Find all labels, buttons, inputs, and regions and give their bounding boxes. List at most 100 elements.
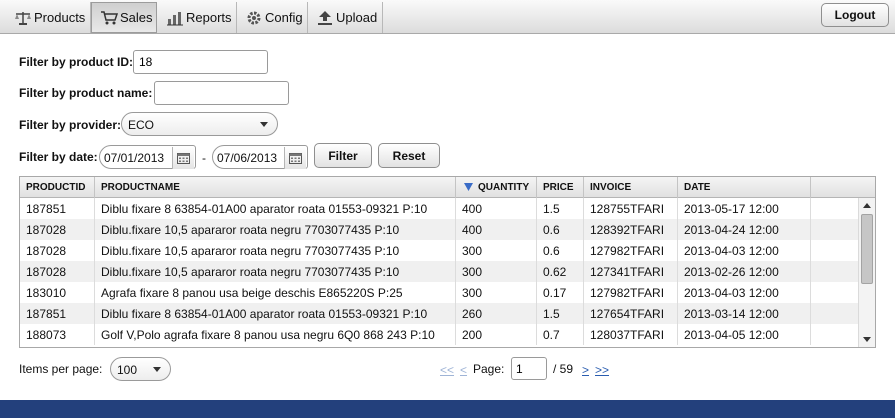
tab-reports[interactable]: Reports — [158, 2, 237, 33]
column-header-quantity-label: QUANTITY — [478, 182, 530, 193]
cell-price: 0.6 — [537, 240, 584, 261]
next-page-link[interactable]: > — [582, 363, 589, 377]
column-header-productid[interactable]: PRODUCTID — [20, 177, 95, 198]
cell-date: 2013-05-17 12:00 — [678, 198, 811, 219]
cell-productid: 187028 — [20, 261, 95, 282]
table-row[interactable]: 183010 Agrafa fixare 8 panou usa beige d… — [20, 282, 858, 303]
table-row[interactable]: 187851 Diblu fixare 8 63854-01A00 aparat… — [20, 303, 858, 324]
bottom-bar — [0, 400, 895, 418]
cell-productid: 187851 — [20, 303, 95, 324]
first-page-link[interactable]: << — [440, 363, 454, 377]
cell-invoice: 127654TFARI — [584, 303, 678, 324]
gear-icon — [245, 9, 263, 27]
cell-invoice: 128392TFARI — [584, 219, 678, 240]
cell-productname: Diblu fixare 8 63854-01A00 aparator roat… — [95, 198, 456, 219]
date-separator: - — [202, 151, 206, 165]
tab-upload-label: Upload — [336, 10, 378, 25]
cell-date: 2013-04-03 12:00 — [678, 282, 811, 303]
items-per-page-value: 100 — [117, 363, 138, 377]
cell-price: 0.62 — [537, 261, 584, 282]
scroll-up-icon[interactable] — [863, 203, 871, 208]
tab-products[interactable]: Products — [6, 2, 91, 33]
cell-quantity: 400 — [456, 198, 537, 219]
column-header-quantity[interactable]: QUANTITY — [456, 177, 537, 198]
provider-label: Filter by provider: — [19, 118, 122, 132]
table-row[interactable]: 187851 Diblu fixare 8 63854-01A00 aparat… — [20, 198, 858, 219]
main-toolbar: Products Sales Reports Config Upload Log… — [0, 0, 895, 34]
logout-button[interactable]: Logout — [821, 3, 889, 27]
page-label: Page: — [473, 362, 505, 376]
calendar-icon[interactable] — [284, 147, 306, 169]
total-pages: / 59 — [553, 362, 574, 376]
scale-icon — [14, 9, 32, 27]
cell-quantity: 300 — [456, 261, 537, 282]
cell-invoice: 127341TFARI — [584, 261, 678, 282]
table-row[interactable]: 187028 Diblu.fixare 10,5 apararor roata … — [20, 219, 858, 240]
provider-select[interactable]: ECO — [121, 112, 278, 136]
cell-productid: 187028 — [20, 219, 95, 240]
cell-date: 2013-04-24 12:00 — [678, 219, 811, 240]
cell-productid: 188073 — [20, 324, 95, 345]
cell-productid: 187851 — [20, 198, 95, 219]
cell-productname: Agrafa fixare 8 panou usa beige deschis … — [95, 282, 456, 303]
cell-date: 2013-03-14 12:00 — [678, 303, 811, 324]
product-id-label: Filter by product ID: — [19, 55, 133, 69]
provider-select-value: ECO — [128, 118, 155, 132]
sales-table: PRODUCTID PRODUCTNAME QUANTITY PRICE INV… — [19, 176, 876, 348]
tab-sales-label: Sales — [120, 10, 153, 25]
cell-price: 1.5 — [537, 198, 584, 219]
column-header-productname[interactable]: PRODUCTNAME — [95, 177, 456, 198]
items-per-page-select[interactable]: 100 — [110, 357, 171, 381]
sort-descending-icon — [464, 183, 473, 191]
cell-quantity: 300 — [456, 282, 537, 303]
tab-reports-label: Reports — [186, 10, 232, 25]
tab-config[interactable]: Config — [237, 2, 308, 33]
cell-date: 2013-04-05 12:00 — [678, 324, 811, 345]
table-row[interactable]: 188073 Golf V,Polo agrafa fixare 8 panou… — [20, 324, 858, 345]
cart-icon — [100, 9, 118, 27]
cell-invoice: 128037TFARI — [584, 324, 678, 345]
page-number-input[interactable] — [511, 357, 547, 380]
tab-upload[interactable]: Upload — [308, 2, 383, 33]
product-name-input[interactable] — [154, 81, 289, 105]
cell-productid: 183010 — [20, 282, 95, 303]
cell-quantity: 400 — [456, 219, 537, 240]
column-header-price[interactable]: PRICE — [537, 177, 584, 198]
date-from-value: 07/01/2013 — [104, 151, 165, 165]
cell-invoice: 128755TFARI — [584, 198, 678, 219]
reset-button[interactable]: Reset — [378, 143, 440, 168]
cell-productname: Diblu.fixare 10,5 apararor roata negru 7… — [95, 261, 456, 282]
table-scrollbar[interactable] — [858, 198, 875, 347]
date-to-value: 07/06/2013 — [217, 151, 278, 165]
tab-sales[interactable]: Sales — [91, 2, 157, 33]
cell-price: 0.7 — [537, 324, 584, 345]
cell-invoice: 127982TFARI — [584, 282, 678, 303]
cell-productid: 187028 — [20, 240, 95, 261]
scrollbar-thumb[interactable] — [861, 214, 873, 284]
column-header-date[interactable]: DATE — [678, 177, 811, 198]
table-row[interactable]: 187028 Diblu.fixare 10,5 apararor roata … — [20, 261, 858, 282]
last-page-link[interactable]: >> — [595, 363, 609, 377]
items-per-page-label: Items per page: — [19, 362, 103, 376]
cell-price: 0.17 — [537, 282, 584, 303]
table-header: PRODUCTID PRODUCTNAME QUANTITY PRICE INV… — [20, 177, 875, 198]
scroll-down-icon[interactable] — [863, 337, 871, 342]
date-to-field[interactable]: 07/06/2013 — [212, 145, 308, 169]
cell-price: 0.6 — [537, 219, 584, 240]
cell-price: 1.5 — [537, 303, 584, 324]
cell-productname: Diblu fixare 8 63854-01A00 aparator roat… — [95, 303, 456, 324]
filter-button[interactable]: Filter — [314, 143, 372, 168]
cell-quantity: 260 — [456, 303, 537, 324]
table-row[interactable]: 187028 Diblu.fixare 10,5 apararor roata … — [20, 240, 858, 261]
calendar-icon[interactable] — [172, 147, 194, 169]
chevron-down-icon — [153, 367, 161, 372]
prev-page-link[interactable]: < — [460, 363, 467, 377]
column-header-invoice[interactable]: INVOICE — [584, 177, 678, 198]
cell-productname: Diblu.fixare 10,5 apararor roata negru 7… — [95, 240, 456, 261]
cell-quantity: 300 — [456, 240, 537, 261]
date-from-field[interactable]: 07/01/2013 — [99, 145, 196, 169]
product-id-input[interactable] — [133, 50, 268, 74]
cell-invoice: 127982TFARI — [584, 240, 678, 261]
tab-config-label: Config — [265, 10, 303, 25]
cell-productname: Diblu.fixare 10,5 apararor roata negru 7… — [95, 219, 456, 240]
